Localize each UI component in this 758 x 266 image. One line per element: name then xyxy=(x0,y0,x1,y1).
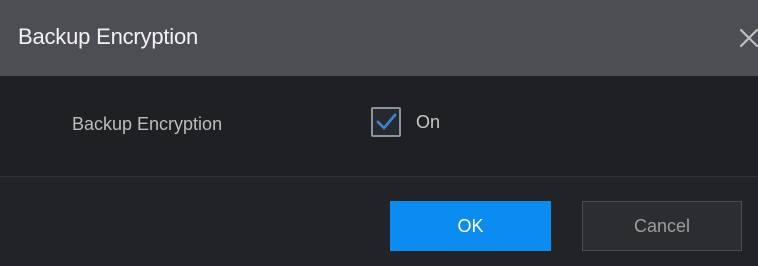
backup-encryption-checkbox[interactable] xyxy=(371,107,401,137)
dialog-content: Backup Encryption On xyxy=(0,76,758,176)
checkmark-icon xyxy=(376,113,397,130)
cancel-button[interactable]: Cancel xyxy=(582,201,742,251)
ok-button[interactable]: OK xyxy=(390,201,551,251)
checkbox-on-label[interactable]: On xyxy=(416,112,440,133)
dialog-title: Backup Encryption xyxy=(18,24,199,49)
dialog-footer: OK Cancel xyxy=(0,177,758,266)
close-icon xyxy=(739,28,758,48)
dialog-title-bar: Backup Encryption xyxy=(0,0,758,76)
backup-encryption-label: Backup Encryption xyxy=(72,114,223,134)
close-button[interactable] xyxy=(734,24,758,54)
backup-encryption-dialog: Backup Encryption Backup Encryption On O… xyxy=(0,0,758,266)
